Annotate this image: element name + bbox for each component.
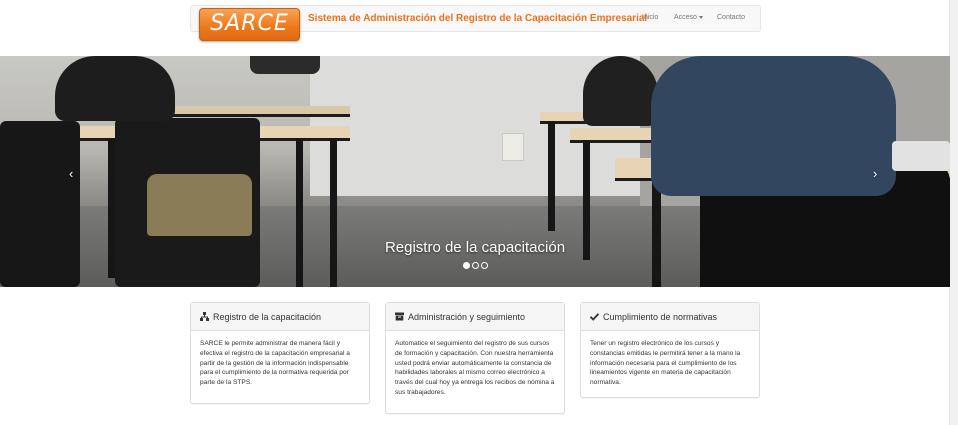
site-title: Sistema de Administración del Registro d… [308,13,648,24]
panel-body: SARCE le permite administrar de manera f… [200,340,350,387]
carousel-indicator-1[interactable] [463,262,470,269]
hero-carousel: Registro de la capacitación ‹ › [0,56,950,287]
page-scrollbar[interactable] [949,0,958,425]
carousel-next-icon[interactable]: › [873,166,877,181]
panel-body: Tener un registro electrónico de los cur… [590,340,741,387]
top-navbar: SARCE Sistema de Administración del Regi… [190,5,761,41]
panel-title: Cumplimiento de normativas [603,311,718,322]
nav-acceso-label: Acceso [674,14,697,21]
nav-dropdown-acceso[interactable]: Acceso [674,14,703,21]
archive-icon [395,312,404,321]
panel-body: Automatice el seguimiento del registro d… [395,340,555,396]
carousel-indicators [463,262,488,270]
panel-heading: Registro de la capacitación [191,303,369,331]
sarce-logo[interactable]: SARCE [199,8,300,41]
panel-heading: Administración y seguimiento [386,303,564,331]
feature-panel-registro: Registro de la capacitación SARCE le per… [190,302,370,404]
nav-link-inicio[interactable]: Inicio [642,14,658,21]
feature-panel-administracion: Administración y seguimiento Automatice … [385,302,565,414]
panel-title: Registro de la capacitación [213,311,322,322]
nav-link-contacto[interactable]: Contacto [717,14,745,21]
sitemap-icon [200,312,209,321]
carousel-prev-icon[interactable]: ‹ [69,166,73,181]
feature-panel-cumplimiento: Cumplimiento de normativas Tener un regi… [580,302,760,398]
panel-title: Administración y seguimiento [408,311,526,322]
check-icon [590,312,599,321]
caret-down-icon [698,15,703,19]
carousel-indicator-2[interactable] [472,262,479,269]
carousel-caption: Registro de la capacitación [384,239,566,256]
carousel-indicator-3[interactable] [481,262,488,269]
panel-heading: Cumplimiento de normativas [581,303,759,331]
